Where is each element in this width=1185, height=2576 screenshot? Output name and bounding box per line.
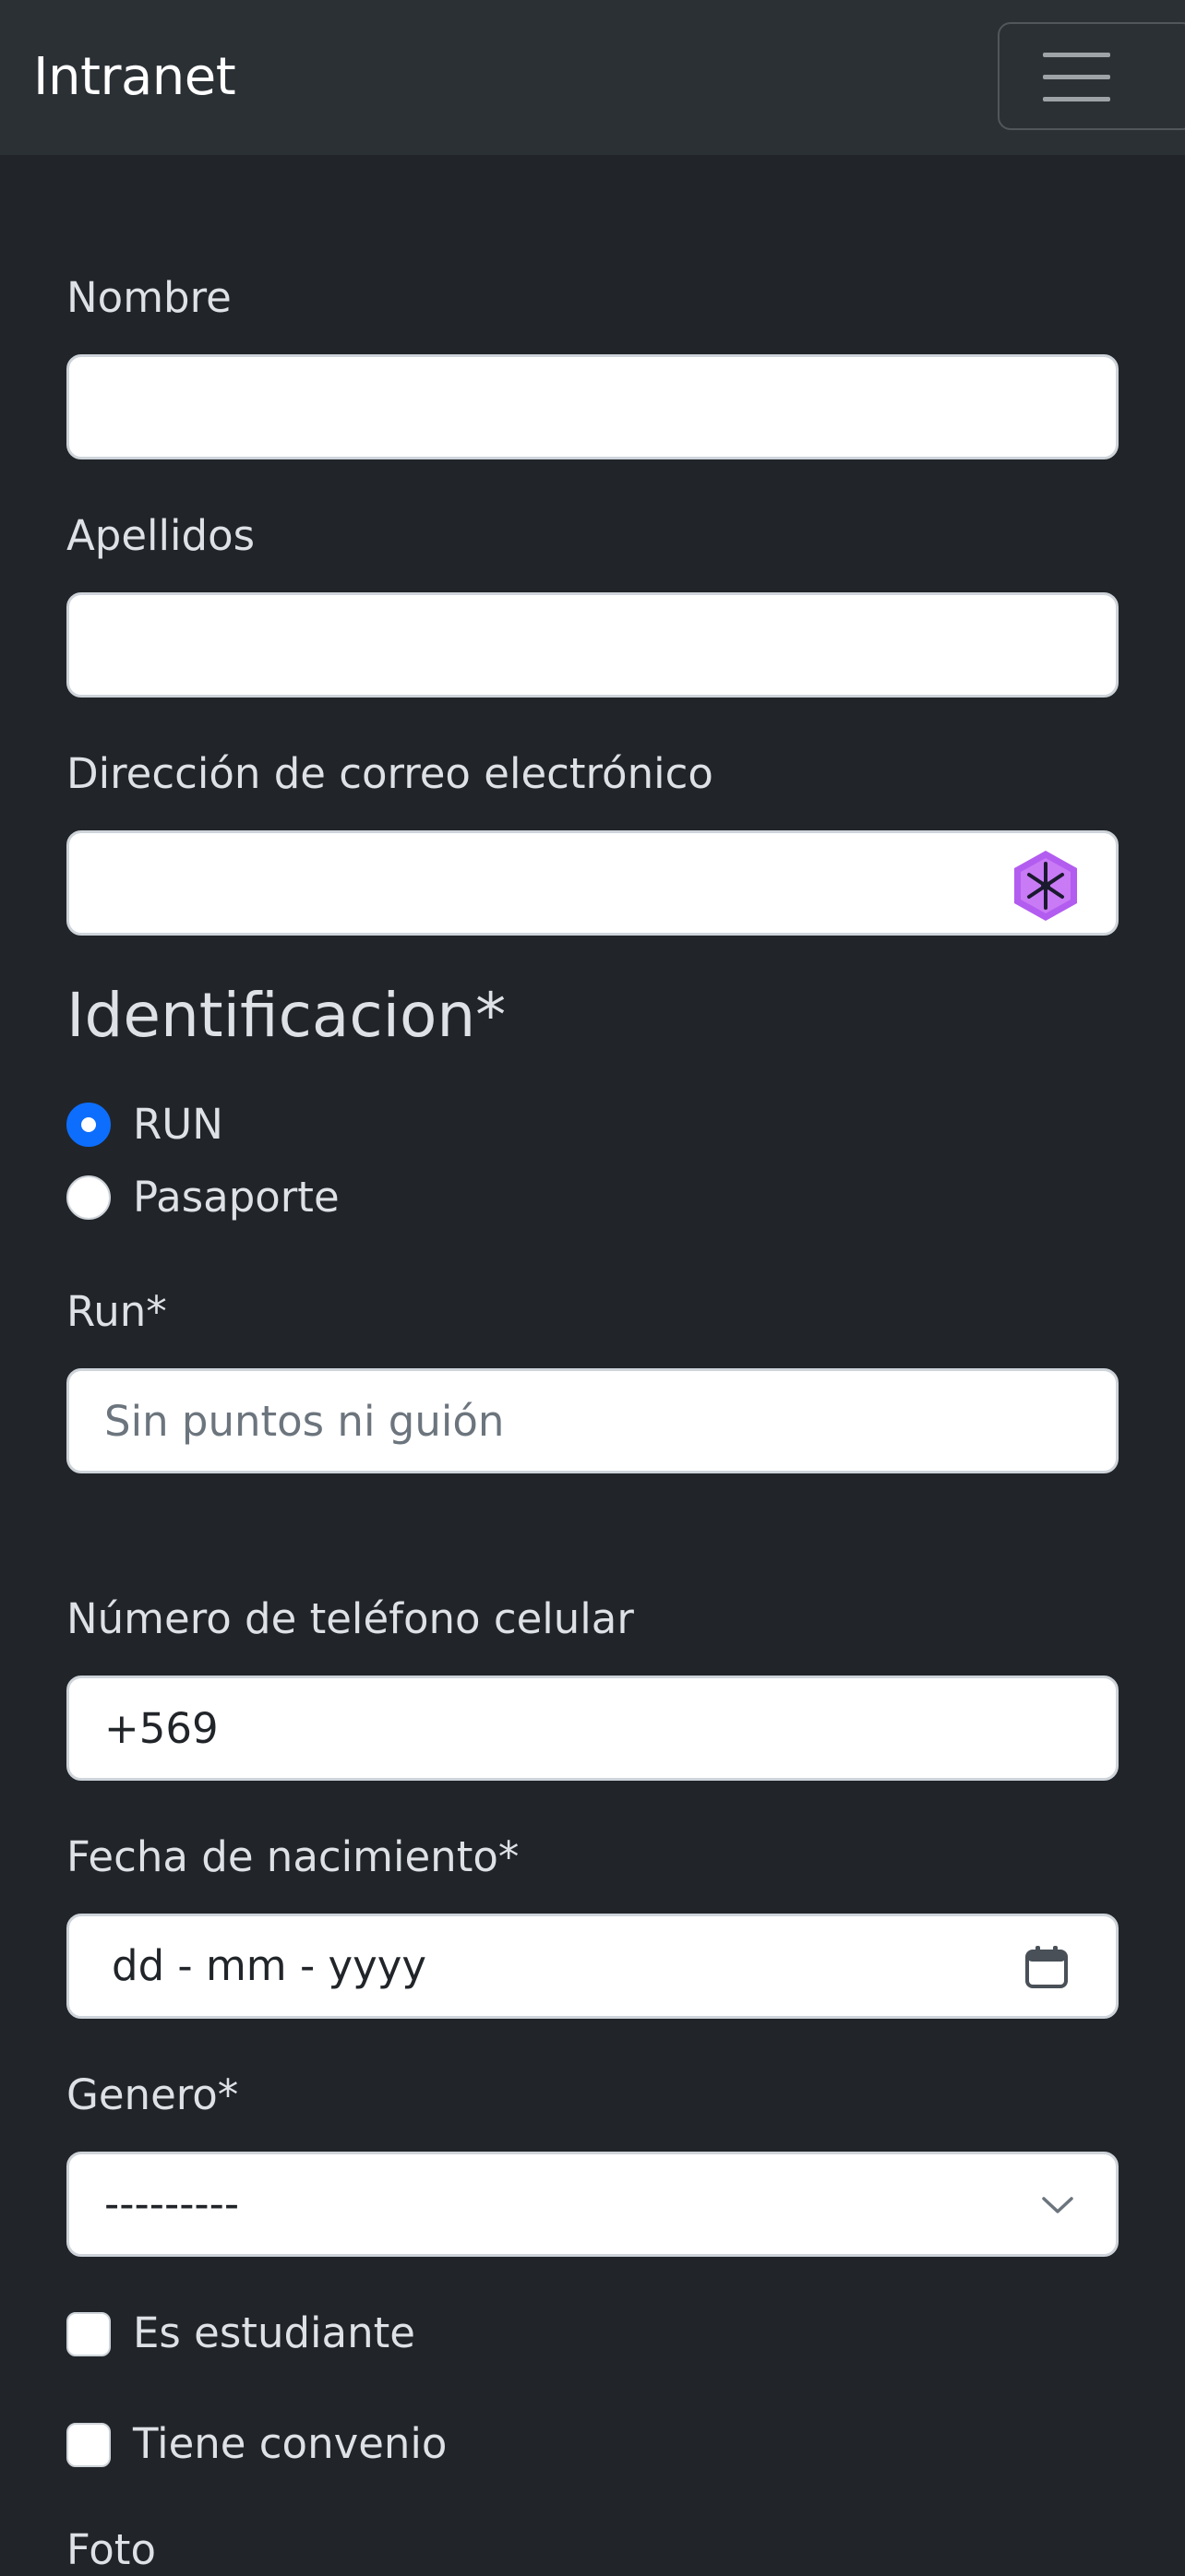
fecha-label: Fecha de nacimiento* xyxy=(66,1832,520,1881)
nombre-input[interactable] xyxy=(66,354,1119,459)
apellidos-input[interactable] xyxy=(66,592,1119,698)
nombre-label: Nombre xyxy=(66,273,232,322)
email-label: Dirección de correo electrónico xyxy=(66,749,713,798)
fecha-input[interactable]: dd - mm - yyyy xyxy=(66,1914,1119,2019)
genero-selected-value: --------- xyxy=(104,2179,240,2228)
calendar-icon[interactable] xyxy=(1023,1944,1070,1990)
navbar-brand[interactable]: Intranet xyxy=(33,46,236,109)
identificacion-title: Identificacion* xyxy=(66,980,507,1051)
es-estudiante-label[interactable]: Es estudiante xyxy=(133,2308,415,2359)
tiene-convenio-label[interactable]: Tiene convenio xyxy=(133,2418,447,2470)
radio-pasaporte[interactable] xyxy=(66,1175,111,1220)
foto-label: Foto xyxy=(66,2525,156,2574)
navbar: Intranet xyxy=(0,0,1185,155)
telefono-input[interactable] xyxy=(66,1676,1119,1781)
apellidos-label: Apellidos xyxy=(66,511,256,560)
genero-label: Genero* xyxy=(66,2070,239,2119)
email-input[interactable] xyxy=(66,830,1119,936)
radio-run-label[interactable]: RUN xyxy=(133,1099,223,1151)
run-input[interactable] xyxy=(66,1368,1119,1473)
es-estudiante-checkbox[interactable] xyxy=(66,2312,111,2356)
radio-pasaporte-label[interactable]: Pasaporte xyxy=(133,1172,340,1223)
genero-select[interactable]: --------- xyxy=(66,2152,1119,2257)
chevron-down-icon xyxy=(1042,2197,1073,2213)
telefono-label: Número de teléfono celular xyxy=(66,1594,634,1643)
run-label: Run* xyxy=(66,1287,167,1336)
menu-toggle-button[interactable] xyxy=(998,22,1185,130)
radio-run[interactable] xyxy=(66,1103,111,1147)
fecha-placeholder: dd - mm - yyyy xyxy=(112,1941,427,1990)
tiene-convenio-checkbox[interactable] xyxy=(66,2423,111,2467)
password-manager-icon[interactable] xyxy=(1011,849,1081,923)
